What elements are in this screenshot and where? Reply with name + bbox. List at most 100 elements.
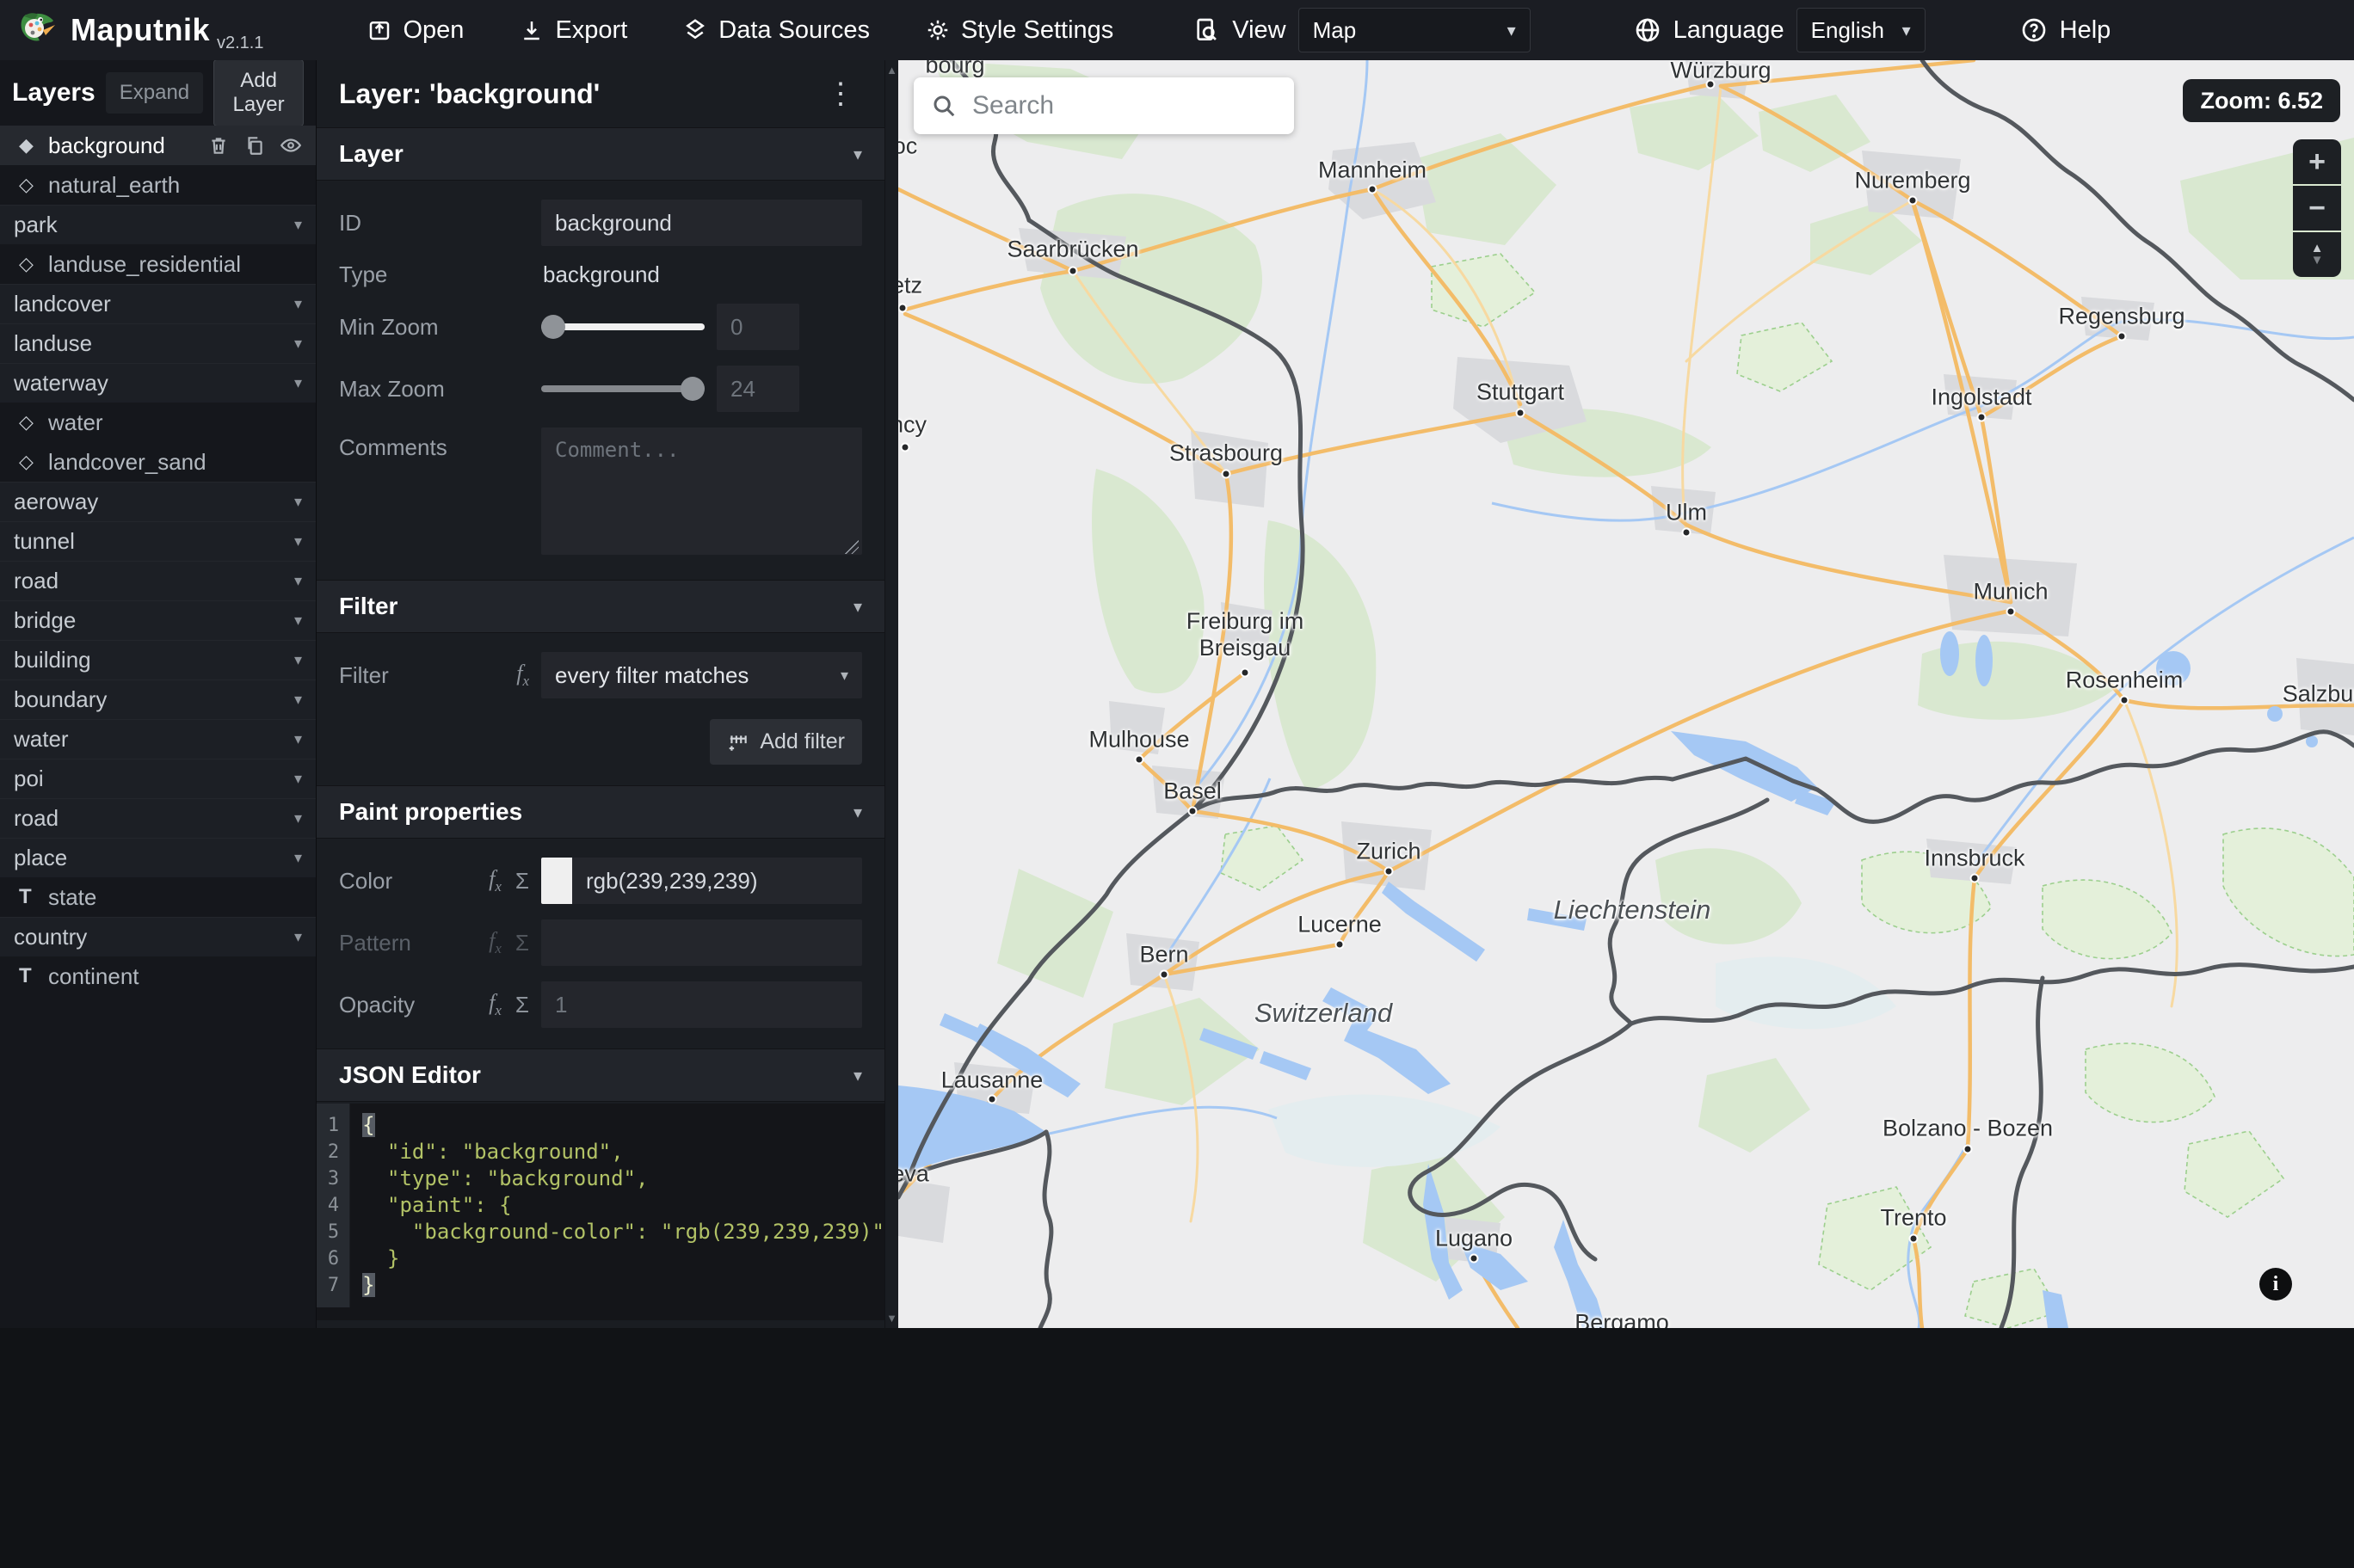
filter-combinator-select[interactable]: every filter matches ▾ <box>541 652 862 698</box>
max-zoom-field[interactable] <box>717 366 799 412</box>
sidebar-item-park[interactable]: park ▾ <box>0 205 316 244</box>
add-layer-button[interactable]: Add Layer <box>213 59 304 126</box>
sidebar-item-background[interactable]: ◆ background <box>0 126 316 165</box>
color-field[interactable] <box>572 858 862 904</box>
globe-icon <box>1636 18 1659 42</box>
comments-field[interactable] <box>541 427 862 555</box>
sigma-icon[interactable]: Σ <box>515 992 529 1018</box>
search-input[interactable] <box>972 91 1304 120</box>
type-label: Type <box>339 261 388 287</box>
map-canvas[interactable]: bourgocetzncyevaWürzburgMannheimNurember… <box>898 60 2354 1328</box>
sidebar-item-landcover[interactable]: landcover ▾ <box>0 284 316 323</box>
sidebar-item-tunnel[interactable]: tunnel ▾ <box>0 521 316 561</box>
maputnik-app: Maputnik v2.1.1 Open Export Data Sources St… <box>0 0 2354 1568</box>
sigma-icon[interactable]: Σ <box>515 930 529 956</box>
layer-name: park <box>14 212 58 237</box>
background-void <box>0 1328 2354 1568</box>
sidebar-item-continent[interactable]: Tcontinent <box>0 956 316 996</box>
sidebar-item-natural_earth[interactable]: ◇ natural_earth <box>0 165 316 205</box>
map-render <box>898 60 2354 1328</box>
json-editor[interactable]: 1 2 3 4 5 6 7 { "id": "background", "type": "b… <box>317 1104 884 1320</box>
layer-name: water <box>14 726 69 752</box>
scroll-up-icon[interactable]: ▲ <box>886 64 897 77</box>
sidebar-item-place[interactable]: place ▾ <box>0 838 316 877</box>
sigma-icon[interactable]: Σ <box>515 868 529 895</box>
pattern-field[interactable] <box>541 919 862 966</box>
line-number: 6 <box>327 1248 340 1270</box>
json-code-line: "type": "background", <box>362 1166 649 1190</box>
opacity-field[interactable] <box>541 981 862 1028</box>
chevron-down-icon: ▾ <box>853 802 862 822</box>
sidebar-item-country[interactable]: country ▾ <box>0 917 316 956</box>
sidebar-item-road[interactable]: road ▾ <box>0 798 316 838</box>
min-zoom-slider[interactable] <box>541 304 705 350</box>
menu-item-export[interactable]: Export <box>519 16 627 45</box>
sidebar-item-landuse[interactable]: landuse ▾ <box>0 323 316 363</box>
attribution-info-button[interactable]: i <box>2259 1268 2292 1301</box>
menu-item-data-sources[interactable]: Data Sources <box>682 16 870 45</box>
language-select[interactable]: English ▾ <box>1796 8 1926 52</box>
menu-item-open[interactable]: Open <box>367 16 464 45</box>
color-swatch[interactable] <box>541 858 572 904</box>
layer-name: landcover <box>14 291 111 317</box>
chevron-down-icon: ▾ <box>293 651 302 668</box>
layer-type-icon: ◇ <box>19 451 34 472</box>
json-code-area[interactable]: { "id": "background", "type": "backgroun… <box>350 1104 884 1320</box>
zoom-out-button[interactable]: − <box>2293 186 2341 231</box>
section-header-layer[interactable]: Layer ▾ <box>317 127 884 181</box>
json-line-numbers: 1 2 3 4 5 6 7 <box>317 1104 351 1307</box>
function-icon[interactable]: fx <box>489 990 502 1019</box>
sidebar-item-boundary[interactable]: boundary ▾ <box>0 679 316 719</box>
sidebar-item-aeroway[interactable]: aeroway ▾ <box>0 482 316 521</box>
line-number: 5 <box>327 1221 340 1243</box>
zoom-in-button[interactable]: + <box>2293 139 2341 184</box>
sidebar-item-bridge[interactable]: bridge ▾ <box>0 600 316 640</box>
search-icon <box>934 95 955 117</box>
type-value: background <box>543 261 660 287</box>
scroll-down-icon[interactable]: ▼ <box>886 1312 897 1325</box>
expand-button[interactable]: Expand <box>105 72 204 114</box>
tilt-button[interactable]: ▲ ▼ <box>2293 232 2341 277</box>
map-search[interactable] <box>914 77 1304 134</box>
filter-label: Filter <box>339 661 389 688</box>
delete-layer-icon[interactable] <box>207 134 230 157</box>
chevron-down-icon: ▾ <box>293 770 302 787</box>
sidebar-item-water[interactable]: water ▾ <box>0 719 316 759</box>
open-icon <box>370 22 390 40</box>
chevron-down-icon: ▾ <box>293 216 302 233</box>
duplicate-layer-icon[interactable] <box>243 134 266 157</box>
sidebar-item-road[interactable]: road ▾ <box>0 561 316 600</box>
section-header-filter[interactable]: Filter ▾ <box>317 580 884 633</box>
sidebar-item-building[interactable]: building ▾ <box>0 640 316 679</box>
chevron-down-icon: ▾ <box>293 572 302 589</box>
function-icon[interactable]: fx <box>516 661 529 690</box>
function-icon[interactable]: fx <box>489 866 502 895</box>
app-title: Maputnik <box>71 12 210 47</box>
sidebar-item-landcover_sand[interactable]: ◇ landcover_sand <box>0 442 316 482</box>
view-select[interactable]: Map ▾ <box>1297 8 1531 52</box>
min-zoom-field[interactable] <box>717 304 799 350</box>
max-zoom-label: Max Zoom <box>339 375 445 402</box>
layer-name: background <box>48 132 165 158</box>
layer-name: tunnel <box>14 528 75 554</box>
sidebar-item-state[interactable]: Tstate <box>0 877 316 917</box>
sidebar-item-waterway[interactable]: waterway ▾ <box>0 363 316 403</box>
add-filter-button[interactable]: Add filter <box>710 719 862 765</box>
kebab-menu-icon[interactable]: ⋮ <box>819 79 862 108</box>
sidebar-item-poi[interactable]: poi ▾ <box>0 759 316 798</box>
line-number: 1 <box>327 1115 340 1136</box>
help-menu-item[interactable]: Help <box>2020 16 2111 45</box>
section-header-paint[interactable]: Paint properties ▾ <box>317 785 884 839</box>
toggle-visibility-icon[interactable] <box>280 134 302 157</box>
function-icon[interactable]: fx <box>489 928 502 957</box>
id-field[interactable] <box>541 200 862 246</box>
max-zoom-slider[interactable] <box>541 366 705 412</box>
language-label: Language <box>1673 15 1784 44</box>
menu-item-style-settings[interactable]: Style Settings <box>925 16 1113 45</box>
min-zoom-label: Min Zoom <box>339 313 439 340</box>
editor-scrollbar[interactable]: ▲ ▼ <box>884 60 898 1328</box>
section-header-json[interactable]: JSON Editor ▾ <box>317 1048 884 1102</box>
language-group: Language English ▾ <box>1634 8 1926 52</box>
sidebar-item-landuse_residential[interactable]: ◇ landuse_residential <box>0 244 316 284</box>
sidebar-item-water[interactable]: ◇ water <box>0 403 316 442</box>
